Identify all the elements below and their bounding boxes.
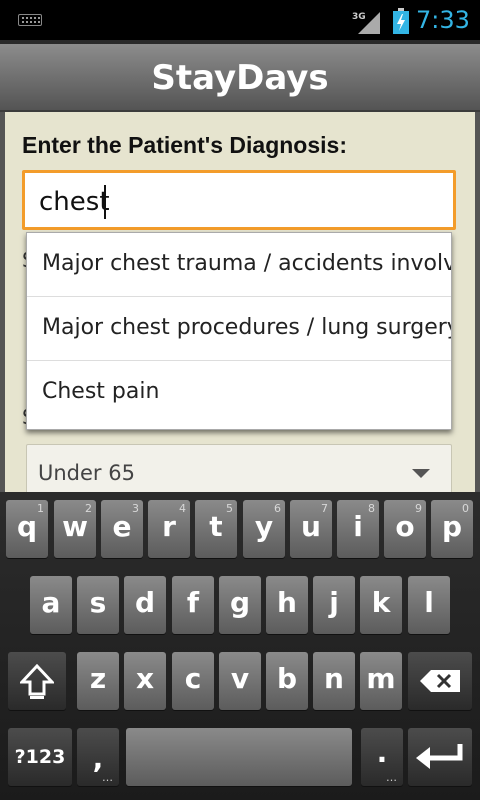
comma-key[interactable]: ,…: [77, 728, 119, 786]
key-u[interactable]: 7u: [290, 500, 332, 558]
dropdown-arrow-icon: [412, 469, 430, 478]
symbols-key[interactable]: ?123: [8, 728, 72, 786]
age-select-value: Under 65: [38, 461, 135, 485]
suggestion-label: Chest pain: [42, 379, 160, 404]
battery-charging-icon: [393, 8, 409, 34]
backspace-key[interactable]: [408, 652, 472, 710]
status-bar: 3G 7:33: [0, 0, 480, 40]
keyboard-notification-icon: [18, 14, 42, 26]
frame-border-right: [475, 112, 480, 492]
key-z[interactable]: z: [77, 652, 119, 710]
soft-keyboard: 1q 2w 3e 4r 5t 6y 7u 8i 9o 0p a s d f g …: [0, 492, 480, 800]
frame-border-left: [0, 112, 5, 492]
key-k[interactable]: k: [360, 576, 402, 634]
key-f[interactable]: f: [172, 576, 214, 634]
key-i[interactable]: 8i: [337, 500, 379, 558]
text-cursor: [104, 185, 106, 219]
key-x[interactable]: x: [124, 652, 166, 710]
status-clock: 7:33: [416, 6, 470, 34]
key-o[interactable]: 9o: [384, 500, 426, 558]
diagnosis-label: Enter the Patient's Diagnosis:: [22, 132, 347, 158]
age-select[interactable]: Under 65: [26, 444, 452, 494]
shift-arrow-icon: [20, 664, 54, 699]
key-g[interactable]: g: [219, 576, 261, 634]
diagnosis-input[interactable]: chest: [22, 170, 456, 230]
network-type-label: 3G: [352, 12, 366, 22]
key-c[interactable]: c: [172, 652, 214, 710]
diagnosis-input-value: chest: [39, 187, 110, 217]
signal-3g-icon: 3G: [352, 12, 380, 34]
key-l[interactable]: l: [408, 576, 450, 634]
app-bar: StayDays: [0, 40, 480, 112]
key-a[interactable]: a: [30, 576, 72, 634]
enter-key[interactable]: [408, 728, 472, 786]
suggestion-label: Major chest trauma / accidents involving…: [42, 251, 451, 276]
shift-key[interactable]: [8, 652, 66, 710]
key-v[interactable]: v: [219, 652, 261, 710]
key-p[interactable]: 0p: [431, 500, 473, 558]
key-w[interactable]: 2w: [54, 500, 96, 558]
suggestion-item[interactable]: Major chest procedures / lung surgery: [27, 297, 452, 361]
key-m[interactable]: m: [360, 652, 402, 710]
autocomplete-dropdown: Major chest trauma / accidents involving…: [26, 232, 452, 430]
key-t[interactable]: 5t: [195, 500, 237, 558]
key-r[interactable]: 4r: [148, 500, 190, 558]
key-s[interactable]: s: [77, 576, 119, 634]
key-h[interactable]: h: [266, 576, 308, 634]
space-key[interactable]: [126, 728, 352, 786]
key-b[interactable]: b: [266, 652, 308, 710]
period-key[interactable]: .…: [361, 728, 403, 786]
key-q[interactable]: 1q: [6, 500, 48, 558]
enter-arrow-icon: [416, 744, 463, 769]
suggestion-item[interactable]: Major chest trauma / accidents involving…: [27, 233, 451, 297]
key-n[interactable]: n: [313, 652, 355, 710]
backspace-icon: [420, 670, 460, 692]
key-j[interactable]: j: [313, 576, 355, 634]
suggestion-item[interactable]: Chest pain: [27, 361, 451, 425]
app-title: StayDays: [151, 58, 329, 98]
suggestion-label: Major chest procedures / lung surgery: [42, 315, 452, 340]
key-d[interactable]: d: [124, 576, 166, 634]
key-y[interactable]: 6y: [243, 500, 285, 558]
key-e[interactable]: 3e: [101, 500, 143, 558]
